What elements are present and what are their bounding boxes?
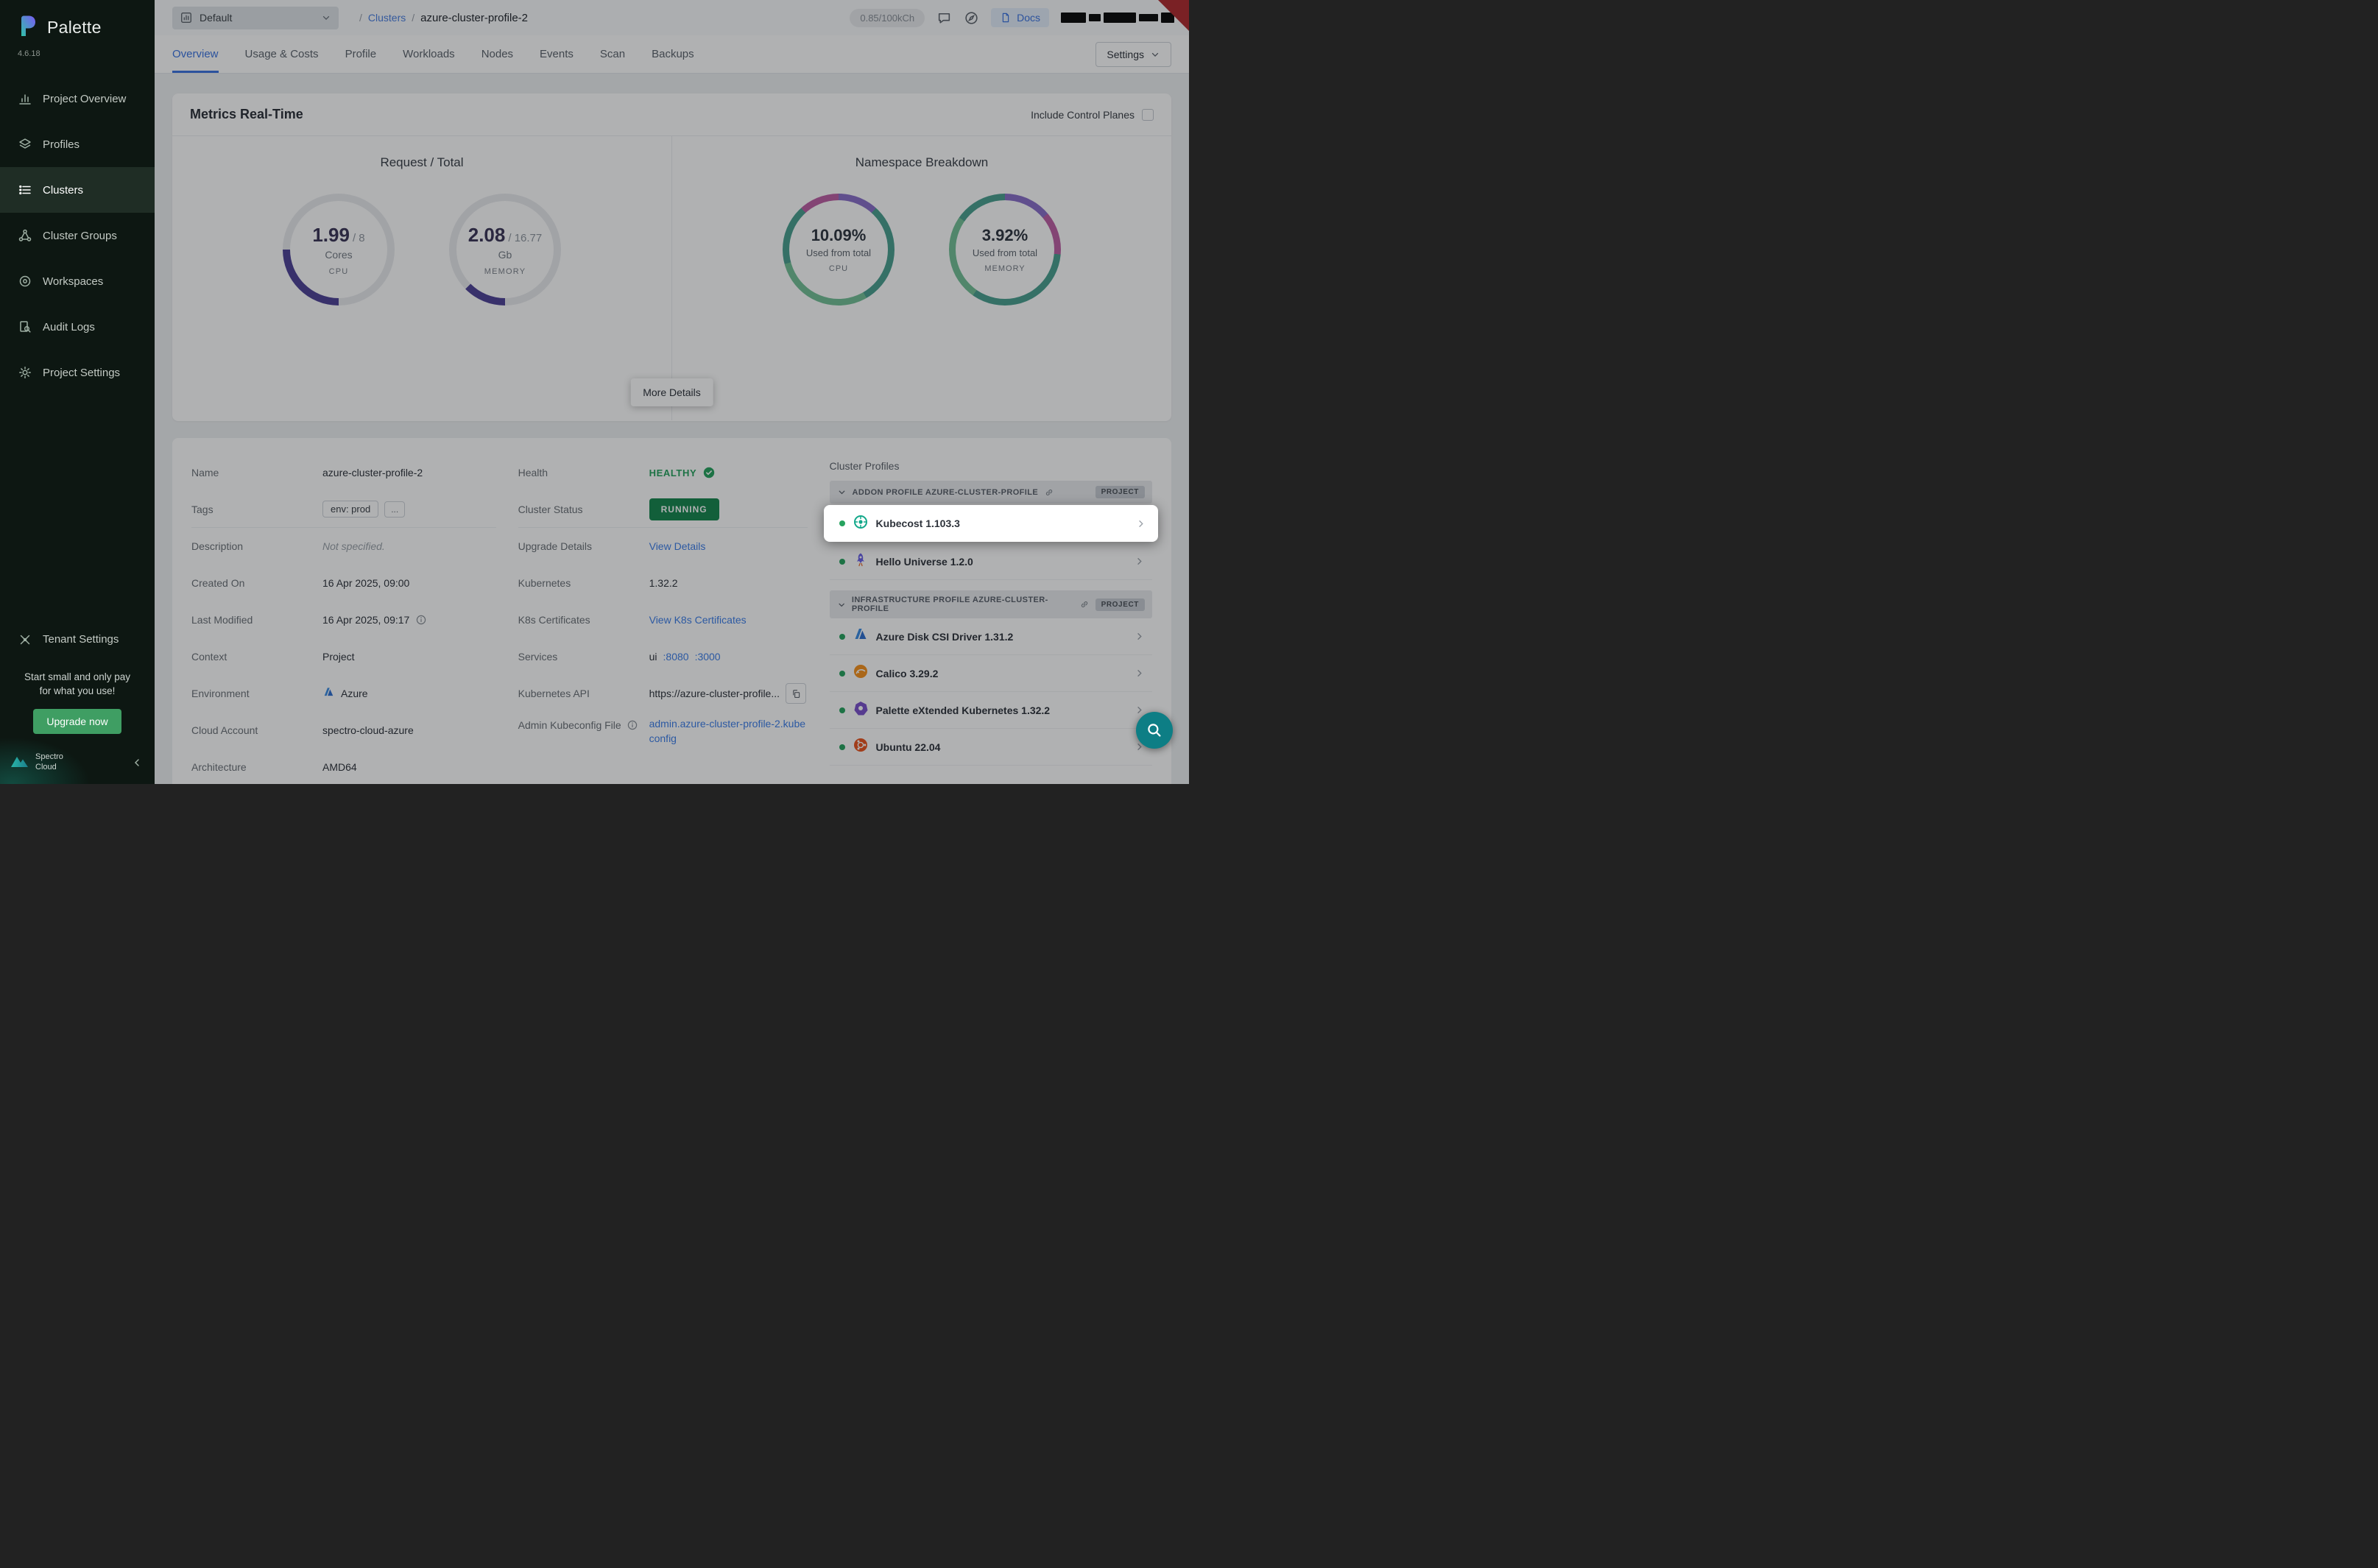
kubecost-icon: [853, 514, 869, 534]
sidebar: Palette 4.6.18 Project Overview Profiles…: [0, 0, 155, 784]
bar-chart-icon: [18, 91, 32, 106]
status-dot: [839, 520, 845, 526]
main-area: Default / Clusters / azure-cluster-profi…: [155, 0, 1189, 784]
sidebar-item-project-settings[interactable]: Project Settings: [0, 350, 155, 395]
brand: Palette: [0, 0, 155, 42]
dim-overlay: [155, 0, 1189, 784]
profile-item-kubecost[interactable]: Kubecost 1.103.3: [824, 505, 1158, 542]
sidebar-item-audit-logs[interactable]: Audit Logs: [0, 304, 155, 350]
palette-logo-icon: [15, 13, 40, 42]
corner-flag: [1158, 0, 1189, 31]
layers-icon: [18, 137, 32, 152]
list-icon: [18, 183, 32, 197]
sidebar-collapse-icon[interactable]: [131, 757, 143, 769]
audit-doc-icon: [18, 319, 32, 334]
brand-name: Palette: [47, 18, 102, 38]
upgrade-button[interactable]: Upgrade now: [33, 709, 121, 734]
sidebar-item-profiles[interactable]: Profiles: [0, 121, 155, 167]
sidebar-footer: Spectro Cloud: [0, 746, 155, 784]
footer-brand-text: Spectro Cloud: [35, 752, 63, 773]
sidebar-item-clusters[interactable]: Clusters: [0, 167, 155, 213]
spectro-cloud-logo-icon: [10, 754, 29, 772]
sidebar-item-workspaces[interactable]: Workspaces: [0, 258, 155, 304]
nodes-icon: [18, 228, 32, 243]
sidebar-menu: Project Overview Profiles Clusters Clust…: [0, 76, 155, 395]
gear-icon: [18, 365, 32, 380]
sidebar-item-tenant-settings[interactable]: Tenant Settings: [0, 617, 155, 663]
sidebar-bottom: Tenant Settings Start small and only pay…: [0, 617, 155, 784]
promo-text: Start small and only pay for what you us…: [12, 670, 143, 699]
app-version: 4.6.18: [18, 49, 155, 58]
app-root: Palette 4.6.18 Project Overview Profiles…: [0, 0, 1189, 784]
magnifier-icon: [1146, 721, 1163, 739]
ring-icon: [18, 274, 32, 289]
chevron-right-icon: [1135, 518, 1146, 529]
tools-icon: [18, 632, 32, 647]
sidebar-item-project-overview[interactable]: Project Overview: [0, 76, 155, 121]
sidebar-item-cluster-groups[interactable]: Cluster Groups: [0, 213, 155, 258]
search-fab-button[interactable]: [1136, 712, 1173, 749]
